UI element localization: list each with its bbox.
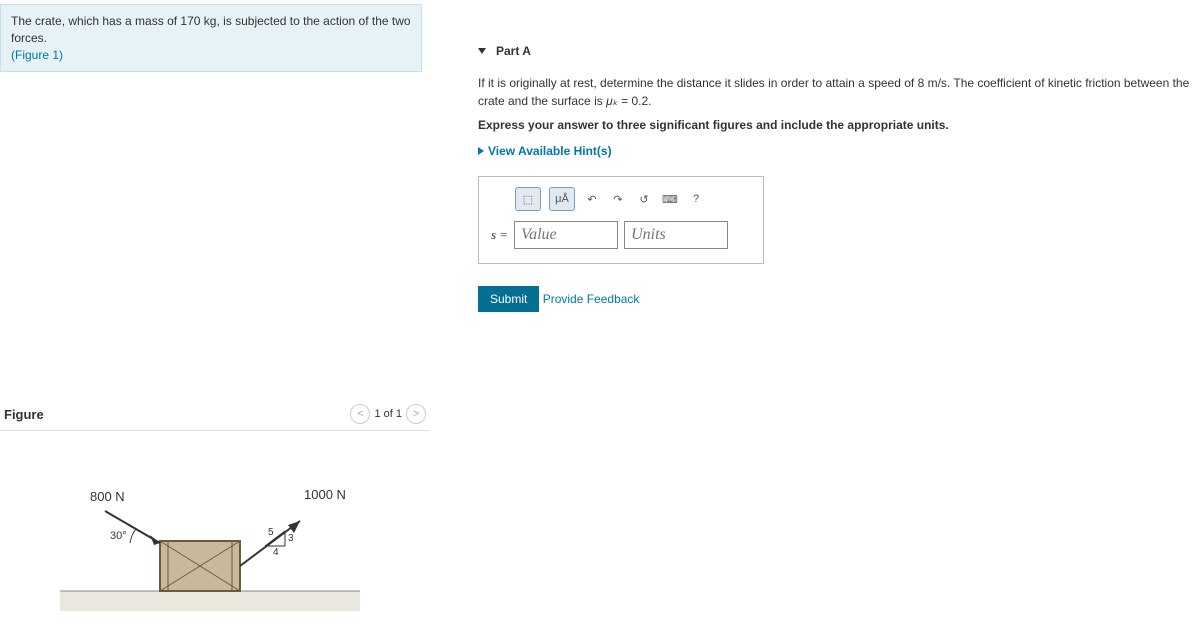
prompt-prefix: If it is originally at rest, determine t… [478, 76, 918, 90]
submit-button[interactable]: Submit [478, 286, 539, 312]
problem-text-1: The crate, which has a mass of [11, 14, 180, 28]
answer-box: ⬚ μÅ ↶ ↷ ↺ ⌨ ? s = [478, 176, 764, 264]
undo-button[interactable]: ↶ [583, 188, 601, 210]
tri-rise: 3 [288, 533, 294, 544]
units-input[interactable] [624, 221, 728, 249]
keyboard-button[interactable]: ⌨ [661, 188, 679, 210]
template-tool[interactable]: ⬚ [515, 187, 541, 211]
special-char-tool[interactable]: μÅ [549, 187, 575, 211]
prev-figure-button[interactable]: < [350, 404, 370, 424]
reset-button[interactable]: ↺ [635, 188, 653, 210]
problem-mass: 170 kg [180, 14, 216, 28]
part-label: Part A [496, 44, 531, 58]
prompt-speed: 8 m/s [918, 76, 947, 90]
help-button[interactable]: ? [687, 188, 705, 210]
mu-symbol: μₖ [606, 94, 618, 108]
view-hints-link[interactable]: View Available Hint(s) [478, 144, 612, 158]
caret-right-icon [478, 147, 484, 155]
figure-nav: < 1 of 1 > [350, 404, 426, 424]
force1-label: 800 N [90, 489, 125, 504]
figure-image: 800 N 30° 1000 N 3 4 5 [0, 451, 430, 624]
force2-label: 1000 N [304, 487, 346, 502]
caret-down-icon [478, 48, 486, 54]
figure-panel: Figure < 1 of 1 > 800 N 30° [0, 400, 430, 624]
redo-button[interactable]: ↷ [609, 188, 627, 210]
hints-label: View Available Hint(s) [488, 144, 612, 158]
question-prompt: If it is originally at rest, determine t… [478, 74, 1198, 110]
figure-link[interactable]: (Figure 1) [11, 47, 411, 64]
value-input[interactable] [514, 221, 618, 249]
variable-label: s = [491, 227, 508, 243]
tri-run: 4 [273, 547, 279, 558]
express-instruction: Express your answer to three significant… [478, 118, 949, 132]
part-header[interactable]: Part A [478, 44, 1198, 58]
toolbar: ⬚ μÅ ↶ ↷ ↺ ⌨ ? [515, 187, 751, 211]
tri-hyp: 5 [268, 527, 274, 538]
figure-title: Figure [4, 407, 44, 422]
problem-statement: The crate, which has a mass of 170 kg, i… [0, 4, 422, 72]
provide-feedback-link[interactable]: Provide Feedback [543, 292, 640, 306]
mu-eq: = 0.2. [618, 94, 652, 108]
next-figure-button[interactable]: > [406, 404, 426, 424]
angle-label: 30° [110, 530, 127, 542]
figure-counter: 1 of 1 [374, 408, 402, 420]
